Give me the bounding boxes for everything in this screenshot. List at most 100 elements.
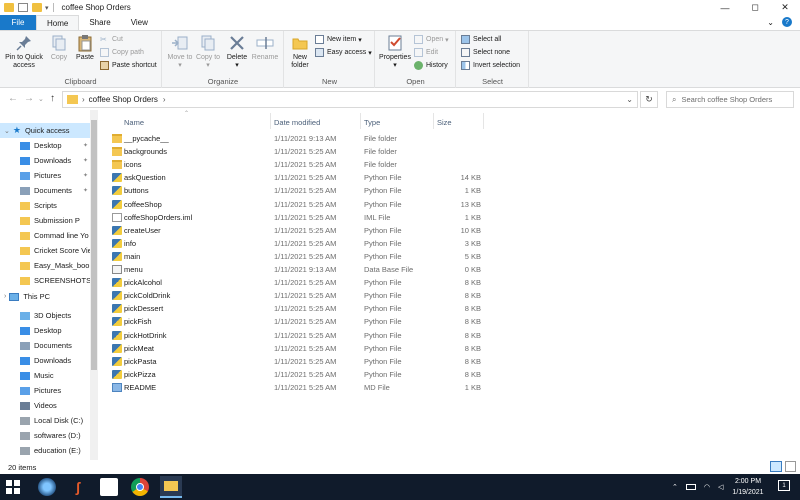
new-folder-quick-icon[interactable] [32, 3, 42, 12]
easy-access-dropdown-icon[interactable]: ▾ [368, 49, 372, 57]
nav-pc-item[interactable]: softwares (D:) [0, 428, 90, 443]
nav-pinned-item[interactable]: Documents ✦ [0, 183, 90, 198]
recent-locations-icon[interactable]: ⌄ [38, 95, 44, 103]
nav-pc-item[interactable]: Pictures [0, 383, 90, 398]
delete-dropdown-icon[interactable]: ▾ [235, 62, 239, 70]
copy-to-button[interactable]: Copy to ▾ [195, 34, 221, 70]
invert-selection-button[interactable]: Invert selection [461, 61, 520, 70]
rename-button[interactable]: Rename [251, 34, 279, 62]
details-view-icon[interactable] [770, 461, 782, 472]
column-header-name[interactable]: Name [124, 115, 144, 129]
pin-quick-access-button[interactable]: Pin to Quick access [3, 34, 45, 70]
help-icon[interactable]: ? [782, 17, 792, 27]
nav-pc-item[interactable]: Desktop [0, 323, 90, 338]
properties-dropdown-icon[interactable]: ▾ [393, 62, 397, 70]
nav-pc-item[interactable]: education (E:) [0, 443, 90, 458]
file-row[interactable]: menu 1/11/2021 9:13 AM Data Base File 0 KB [106, 263, 486, 276]
nav-folder-item[interactable]: SCREENSHOTS [0, 273, 90, 288]
column-divider[interactable] [433, 113, 434, 129]
move-to-button[interactable]: Move to ▾ [167, 34, 193, 70]
nav-scrollbar[interactable] [90, 110, 98, 460]
forward-arrow-icon[interactable]: → [24, 93, 34, 104]
nav-folder-item[interactable]: Cricket Score Vie [0, 243, 90, 258]
column-divider[interactable] [360, 113, 361, 129]
select-all-button[interactable]: Select all [461, 35, 501, 44]
maximize-button[interactable]: ◻ [740, 0, 770, 15]
nav-pc-item[interactable]: Music [0, 368, 90, 383]
easy-access-button[interactable]: Easy access ▾ [315, 48, 372, 57]
file-row[interactable]: buttons 1/11/2021 5:25 AM Python File 1 KB [106, 184, 486, 197]
file-row[interactable]: pickFish 1/11/2021 5:25 AM Python File 8 KB [106, 315, 486, 328]
tab-file[interactable]: File [0, 15, 36, 30]
history-button[interactable]: History [414, 61, 448, 70]
nav-this-pc[interactable]: › This PC [0, 289, 90, 304]
file-row[interactable]: coffeShopOrders.iml 1/11/2021 5:25 AM IML … [106, 211, 486, 224]
nav-pc-item[interactable]: Videos [0, 398, 90, 413]
nav-pc-item[interactable]: 3D Objects [0, 308, 90, 323]
column-divider[interactable] [483, 113, 484, 129]
chevron-up-icon[interactable]: ⌃ [672, 483, 678, 491]
new-item-button[interactable]: New item ▾ [315, 35, 362, 44]
tab-home[interactable]: Home [36, 15, 80, 30]
nav-folder-item[interactable]: Commad line Yo [0, 228, 90, 243]
nav-pc-item[interactable]: Documents [0, 338, 90, 353]
pin-icon[interactable]: ✦ [83, 172, 88, 179]
notification-icon[interactable]: 1 [778, 480, 790, 491]
app-red-icon[interactable]: ʃ [69, 478, 87, 496]
file-row[interactable]: backgrounds 1/11/2021 5:25 AM File folder [106, 145, 486, 158]
file-row[interactable]: pickPizza 1/11/2021 5:25 AM Python File 8 K… [106, 368, 486, 381]
back-arrow-icon[interactable]: ← [8, 93, 18, 104]
file-row[interactable]: pickAlcohol 1/11/2021 5:25 AM Python File 8… [106, 276, 486, 289]
collapse-chevron-icon[interactable]: › [4, 293, 6, 300]
edit-button[interactable]: Edit [414, 48, 438, 57]
column-header-type[interactable]: Type [364, 115, 380, 129]
move-to-dropdown-icon[interactable]: ▾ [178, 62, 182, 70]
file-row[interactable]: pickHotDrink 1/11/2021 5:25 AM Python File… [106, 329, 486, 342]
file-row[interactable]: icons 1/11/2021 5:25 AM File folder [106, 158, 486, 171]
chrome-icon[interactable] [131, 478, 149, 496]
open-dropdown-icon[interactable]: ▾ [445, 36, 449, 44]
copy-path-button[interactable]: Copy path [100, 48, 144, 57]
pin-icon[interactable]: ✦ [83, 157, 88, 164]
snip-icon[interactable] [38, 478, 56, 496]
copy-button[interactable]: Copy [47, 34, 71, 62]
file-row[interactable]: createUser 1/11/2021 5:25 AM Python File 10… [106, 224, 486, 237]
open-button[interactable]: Open ▾ [414, 35, 449, 44]
select-none-button[interactable]: Select none [461, 48, 510, 57]
nav-folder-item[interactable]: Easy_Mask_book [0, 258, 90, 273]
copy-to-dropdown-icon[interactable]: ▾ [206, 62, 210, 70]
close-button[interactable]: ✕ [770, 0, 800, 15]
nav-pinned-item[interactable]: Downloads ✦ [0, 153, 90, 168]
delete-button[interactable]: Delete ▾ [225, 34, 249, 70]
refresh-icon[interactable]: ↻ [640, 91, 658, 108]
file-row[interactable]: askQuestion 1/11/2021 5:25 AM Python File 1… [106, 171, 486, 184]
nav-pinned-item[interactable]: Pictures ✦ [0, 168, 90, 183]
tab-view[interactable]: View [121, 15, 158, 30]
new-item-dropdown-icon[interactable]: ▾ [358, 36, 362, 44]
file-row[interactable]: __pycache__ 1/11/2021 9:13 AM File folder [106, 132, 486, 145]
breadcrumb-chevron-icon[interactable]: › [163, 95, 166, 104]
large-icons-view-icon[interactable] [785, 461, 796, 472]
pin-icon[interactable]: ✦ [83, 142, 88, 149]
file-row[interactable]: coffeeShop 1/11/2021 5:25 AM Python File 13… [106, 198, 486, 211]
customize-quick-access-icon[interactable]: ▾ [45, 4, 49, 12]
column-header-size[interactable]: Size [437, 115, 452, 129]
nav-pc-item[interactable]: Downloads [0, 353, 90, 368]
explorer-icon[interactable] [160, 476, 182, 498]
nav-scrollbar-thumb[interactable] [91, 120, 97, 370]
file-row[interactable]: README 1/11/2021 5:25 AM MD File 1 KB [106, 381, 486, 394]
start-button[interactable] [4, 478, 22, 496]
nav-folder-item[interactable]: Submission P [0, 213, 90, 228]
cut-button[interactable]: ✂ Cut [100, 35, 123, 44]
breadcrumb-separator-icon[interactable]: › [82, 95, 85, 104]
column-header-date[interactable]: Date modified [274, 115, 320, 129]
clock[interactable]: 2:00 PM 1/19/2021 [720, 476, 776, 498]
new-folder-button[interactable]: New folder [287, 34, 313, 70]
nav-quick-access[interactable]: ⌄ ★ Quick access [0, 123, 90, 138]
nav-folder-item[interactable]: Scripts [0, 198, 90, 213]
up-arrow-icon[interactable]: ↑ [50, 93, 55, 104]
search-input[interactable]: ⌕ Search coffee Shop Orders [666, 91, 794, 108]
file-row[interactable]: pickColdDrink 1/11/2021 5:25 AM Python Fil… [106, 289, 486, 302]
address-dropdown-icon[interactable]: ⌄ [626, 95, 633, 104]
file-row[interactable]: pickDessert 1/11/2021 5:25 AM Python File 8… [106, 302, 486, 315]
